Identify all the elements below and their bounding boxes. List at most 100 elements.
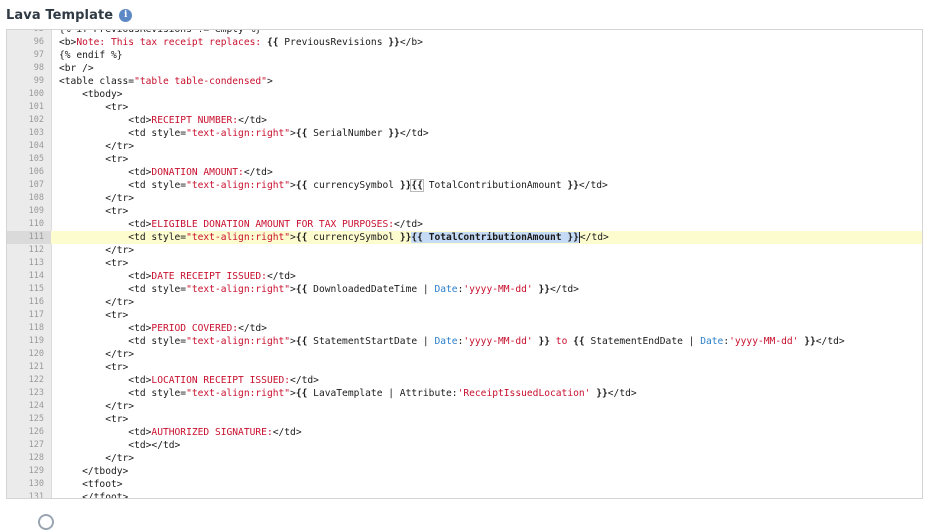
code-text[interactable]: </tfoot> <box>59 491 128 498</box>
code-line[interactable]: 131 </tfoot> <box>7 491 922 498</box>
code-line[interactable]: 114 <td>DATE RECEIPT ISSUED:</td> <box>7 270 922 283</box>
code-line[interactable]: 122 <td>LOCATION RECEIPT ISSUED:</td> <box>7 374 922 387</box>
code-text[interactable]: <td style="text-align:right">{{ Statemen… <box>59 335 844 348</box>
code-line[interactable]: 95 {% if PreviousRevisions != empty %} <box>7 30 922 36</box>
code-line[interactable]: 109 <tr> <box>7 205 922 218</box>
code-text[interactable]: <tfoot> <box>59 478 122 491</box>
code-line[interactable]: 111 <td style="text-align:right">{{ curr… <box>7 231 922 244</box>
code-text[interactable]: <tr> <box>59 257 128 270</box>
code-text[interactable]: <tr> <box>59 153 128 166</box>
code-line[interactable]: 124 </tr> <box>7 400 922 413</box>
code-line[interactable]: 130 <tfoot> <box>7 478 922 491</box>
code-text[interactable]: </tr> <box>59 296 134 309</box>
code-text[interactable]: <b>Note: This tax receipt replaces: {{ P… <box>59 36 423 49</box>
code-line[interactable]: 104 </tr> <box>7 140 922 153</box>
code-line[interactable]: 129 </tbody> <box>7 465 922 478</box>
code-line[interactable]: 126 <td>AUTHORIZED SIGNATURE:</td> <box>7 426 922 439</box>
code-token-tag: </tr> <box>59 349 135 360</box>
code-line[interactable]: 102 <td>RECEIPT NUMBER:</td> <box>7 114 922 127</box>
code-line[interactable]: 100 <tbody> <box>7 88 922 101</box>
code-text[interactable]: <td style="text-align:right">{{ LavaTemp… <box>59 387 636 400</box>
code-text[interactable]: </tr> <box>59 400 134 413</box>
code-editor[interactable]: 95 {% if PreviousRevisions != empty %} 96 <… <box>6 29 923 499</box>
code-line[interactable]: 117 <tr> <box>7 309 922 322</box>
code-line[interactable]: 110 <td>ELIGIBLE DONATION AMOUNT FOR TAX… <box>7 218 922 231</box>
code-text[interactable]: <br /> <box>59 62 94 75</box>
info-icon[interactable]: i <box>119 8 133 22</box>
line-number: 108 <box>28 193 44 203</box>
code-line[interactable]: 119 <td style="text-align:right">{{ Stat… <box>7 335 922 348</box>
code-line[interactable]: 101 <tr> <box>7 101 922 114</box>
code-line[interactable]: 96 <b>Note: This tax receipt replaces: {{… <box>7 36 922 49</box>
code-token-tag: <td style= <box>59 180 187 191</box>
code-text[interactable]: <tr> <box>59 413 128 426</box>
code-lines[interactable]: 95 {% if PreviousRevisions != empty %} 96 <… <box>7 30 922 498</box>
code-text[interactable]: <tr> <box>59 361 128 374</box>
code-text[interactable]: <td>DATE RECEIPT ISSUED:</td> <box>59 270 296 283</box>
code-line[interactable]: 116 </tr> <box>7 296 922 309</box>
code-line[interactable]: 128 </tr> <box>7 452 922 465</box>
code-text[interactable]: <tbody> <box>59 88 122 101</box>
code-text[interactable]: <td></td> <box>59 439 180 452</box>
code-line[interactable]: 115 <td style="text-align:right">{{ Down… <box>7 283 922 296</box>
line-number: 118 <box>28 323 44 333</box>
code-text[interactable]: <td>DONATION AMOUNT:</td> <box>59 166 272 179</box>
code-line[interactable]: 107 <td style="text-align:right">{{ curr… <box>7 179 922 192</box>
code-line[interactable]: 105 <tr> <box>7 153 922 166</box>
line-number: 109 <box>28 206 44 216</box>
code-line[interactable]: 123 <td style="text-align:right">{{ Lava… <box>7 387 922 400</box>
code-line[interactable]: 112 </tr> <box>7 244 922 257</box>
code-text[interactable]: <tr> <box>59 309 128 322</box>
code-line[interactable]: 108 </tr> <box>7 192 922 205</box>
code-text[interactable]: <td>PERIOD COVERED:</td> <box>59 322 267 335</box>
code-line[interactable]: 106 <td>DONATION AMOUNT:</td> <box>7 166 922 179</box>
line-number: 129 <box>28 466 44 476</box>
code-line[interactable]: 118 <td>PERIOD COVERED:</td> <box>7 322 922 335</box>
code-text[interactable]: <td>ELIGIBLE DONATION AMOUNT FOR TAX PUR… <box>59 218 423 231</box>
code-text[interactable]: <td>AUTHORIZED SIGNATURE:</td> <box>59 426 301 439</box>
code-text[interactable]: </tr> <box>59 192 134 205</box>
code-token-lava: {{ <box>573 336 585 347</box>
code-text[interactable]: </tr> <box>59 348 134 361</box>
code-text[interactable]: {% endif %} <box>59 49 123 62</box>
line-number: 120 <box>28 349 44 359</box>
code-text[interactable]: </tr> <box>59 452 134 465</box>
code-token-lava: }} <box>538 284 551 295</box>
line-number: 104 <box>28 141 44 151</box>
code-text[interactable]: {% if PreviousRevisions != empty %} <box>59 30 261 36</box>
code-text[interactable]: <td style="text-align:right">{{ currency… <box>59 179 608 192</box>
code-line[interactable]: 113 <tr> <box>7 257 922 270</box>
code-text[interactable]: <td style="text-align:right">{{ Download… <box>59 283 579 296</box>
code-text[interactable]: </tr> <box>59 140 134 153</box>
code-token-tag: <td style= <box>59 284 187 295</box>
code-line[interactable]: 98 <br /> <box>7 62 922 75</box>
code-line[interactable]: 127 <td></td> <box>7 439 922 452</box>
code-text[interactable]: </tbody> <box>59 465 128 478</box>
code-line[interactable]: 97 {% endif %} <box>7 49 922 62</box>
code-token-tag: <tr> <box>59 362 129 373</box>
code-line[interactable]: 103 <td style="text-align:right">{{ Seri… <box>7 127 922 140</box>
code-line[interactable]: 120 </tr> <box>7 348 922 361</box>
code-text[interactable]: <table class="table table-condensed"> <box>59 75 273 88</box>
code-line[interactable]: 121 <tr> <box>7 361 922 374</box>
code-token-lava: {{ <box>295 336 308 347</box>
code-token-tag: <tr> <box>59 414 129 425</box>
code-token-lava: {{ <box>295 284 308 295</box>
line-number: 99 <box>33 76 44 86</box>
code-token-tag: <table class= <box>59 76 135 87</box>
code-text[interactable]: <td style="text-align:right">{{ currency… <box>59 231 609 244</box>
line-number: 122 <box>28 375 44 385</box>
code-token-str: "text-align:right" <box>186 128 291 139</box>
code-token-tag: </tr> <box>59 245 135 256</box>
code-text[interactable]: </tr> <box>59 244 134 257</box>
code-text[interactable]: <td>LOCATION RECEIPT ISSUED:</td> <box>59 374 319 387</box>
code-text[interactable]: <td>RECEIPT NUMBER:</td> <box>59 114 267 127</box>
code-text[interactable]: <tr> <box>59 101 128 114</box>
code-line[interactable]: 125 <tr> <box>7 413 922 426</box>
code-text[interactable]: <td style="text-align:right">{{ SerialNu… <box>59 127 428 140</box>
code-text[interactable]: <tr> <box>59 205 128 218</box>
line-number: 96 <box>33 37 44 47</box>
code-line[interactable]: 99 <table class="table table-condensed"> <box>7 75 922 88</box>
code-token-bracket: {{ <box>410 179 424 192</box>
code-token-tag: </td> <box>290 375 319 386</box>
